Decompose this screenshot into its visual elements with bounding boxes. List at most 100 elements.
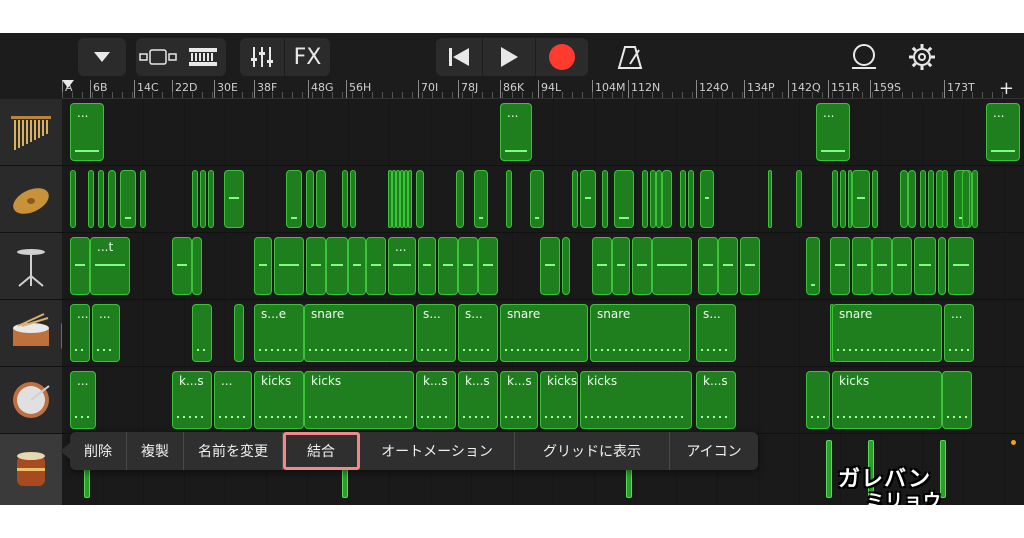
- tracks-view-button[interactable]: [136, 38, 180, 76]
- region[interactable]: [612, 237, 630, 295]
- region[interactable]: [852, 170, 870, 228]
- region[interactable]: [942, 371, 972, 429]
- region[interactable]: [478, 237, 498, 295]
- region[interactable]: [98, 170, 104, 228]
- region[interactable]: [316, 170, 326, 228]
- region[interactable]: [540, 237, 560, 295]
- region[interactable]: ...: [500, 103, 532, 161]
- region[interactable]: [832, 170, 838, 228]
- region[interactable]: [200, 170, 206, 228]
- track-header-snare[interactable]: [0, 300, 62, 367]
- region[interactable]: [108, 170, 116, 228]
- region[interactable]: [928, 170, 934, 228]
- region[interactable]: [652, 237, 692, 295]
- add-section-button[interactable]: +: [999, 80, 1014, 98]
- region[interactable]: [120, 170, 136, 228]
- region[interactable]: ...: [92, 304, 120, 362]
- region[interactable]: [224, 170, 244, 228]
- timeline-ruler[interactable]: A 6B 14C 22D 30E 38F 48G 56H 70I 78J 86K 94L 104M 112…: [62, 80, 1024, 99]
- lane-kick[interactable]: ... k...s... kicks kicks k...s k...s k...s kick…: [62, 367, 1024, 434]
- region[interactable]: [796, 170, 802, 228]
- region[interactable]: [234, 304, 244, 362]
- region[interactable]: ...: [816, 103, 850, 161]
- lane-cymbal[interactable]: [62, 166, 1024, 233]
- region[interactable]: [88, 170, 94, 228]
- settings-button[interactable]: [904, 38, 940, 76]
- region[interactable]: [662, 170, 672, 228]
- region[interactable]: [326, 237, 348, 295]
- region[interactable]: ...: [986, 103, 1020, 161]
- region[interactable]: [458, 237, 478, 295]
- region[interactable]: [192, 170, 198, 228]
- region[interactable]: [852, 237, 872, 295]
- region[interactable]: [806, 371, 830, 429]
- region[interactable]: [826, 440, 832, 498]
- region[interactable]: [700, 170, 714, 228]
- region[interactable]: [872, 170, 878, 228]
- menu-rename[interactable]: 名前を変更: [184, 432, 283, 470]
- region[interactable]: [286, 170, 302, 228]
- region[interactable]: [70, 237, 90, 295]
- region[interactable]: [962, 170, 970, 228]
- region[interactable]: [408, 170, 412, 228]
- region[interactable]: [718, 237, 738, 295]
- region[interactable]: [938, 237, 946, 295]
- menu-duplicate[interactable]: 複製: [127, 432, 184, 470]
- loop-button[interactable]: [846, 38, 882, 76]
- region[interactable]: [254, 237, 272, 295]
- region[interactable]: snare: [304, 304, 414, 362]
- track-header-cymbal[interactable]: [0, 166, 62, 233]
- region[interactable]: ...: [944, 304, 974, 362]
- region[interactable]: k...s: [416, 371, 456, 429]
- region[interactable]: s...e: [254, 304, 304, 362]
- region[interactable]: [348, 237, 366, 295]
- track-header-kick[interactable]: [0, 367, 62, 434]
- region[interactable]: [942, 170, 948, 228]
- region[interactable]: kicks: [832, 371, 942, 429]
- region[interactable]: [914, 237, 936, 295]
- lane-hihat[interactable]: ...t...: [62, 233, 1024, 300]
- region[interactable]: [172, 237, 192, 295]
- region[interactable]: [274, 237, 304, 295]
- track-header-chimes[interactable]: [0, 99, 62, 166]
- region[interactable]: [592, 237, 612, 295]
- region[interactable]: snare: [500, 304, 588, 362]
- region[interactable]: [572, 170, 578, 228]
- menu-automation[interactable]: オートメーション: [360, 432, 515, 470]
- region[interactable]: [972, 170, 978, 228]
- menu-join[interactable]: 結合: [283, 432, 360, 470]
- record-button[interactable]: [536, 38, 588, 76]
- region[interactable]: [680, 170, 686, 228]
- region[interactable]: [768, 170, 772, 228]
- region[interactable]: [948, 237, 974, 295]
- region[interactable]: [562, 237, 570, 295]
- region[interactable]: s...: [416, 304, 456, 362]
- region[interactable]: ...: [214, 371, 252, 429]
- region[interactable]: [192, 237, 202, 295]
- region[interactable]: [306, 237, 326, 295]
- loop-browser-button[interactable]: [180, 38, 226, 76]
- region[interactable]: [366, 237, 386, 295]
- region[interactable]: [192, 304, 212, 362]
- region[interactable]: [208, 170, 214, 228]
- region[interactable]: [642, 170, 648, 228]
- region[interactable]: s...: [696, 304, 736, 362]
- region[interactable]: [418, 237, 436, 295]
- region[interactable]: [740, 237, 760, 295]
- track-header-hihat[interactable]: [0, 233, 62, 300]
- region[interactable]: k...s: [172, 371, 212, 429]
- region[interactable]: [872, 237, 892, 295]
- region[interactable]: [350, 170, 356, 228]
- region[interactable]: kicks: [304, 371, 414, 429]
- region[interactable]: [140, 170, 146, 228]
- region[interactable]: snare: [590, 304, 690, 362]
- play-button[interactable]: [483, 38, 535, 76]
- region[interactable]: [900, 170, 908, 228]
- region[interactable]: [342, 170, 348, 228]
- region[interactable]: [806, 237, 820, 295]
- lane-snare[interactable]: ...... s...e snare s... s... snare snare s... sn…: [62, 300, 1024, 367]
- region[interactable]: [688, 170, 694, 228]
- region[interactable]: [456, 170, 464, 228]
- region[interactable]: [840, 170, 846, 228]
- region[interactable]: k...s: [500, 371, 538, 429]
